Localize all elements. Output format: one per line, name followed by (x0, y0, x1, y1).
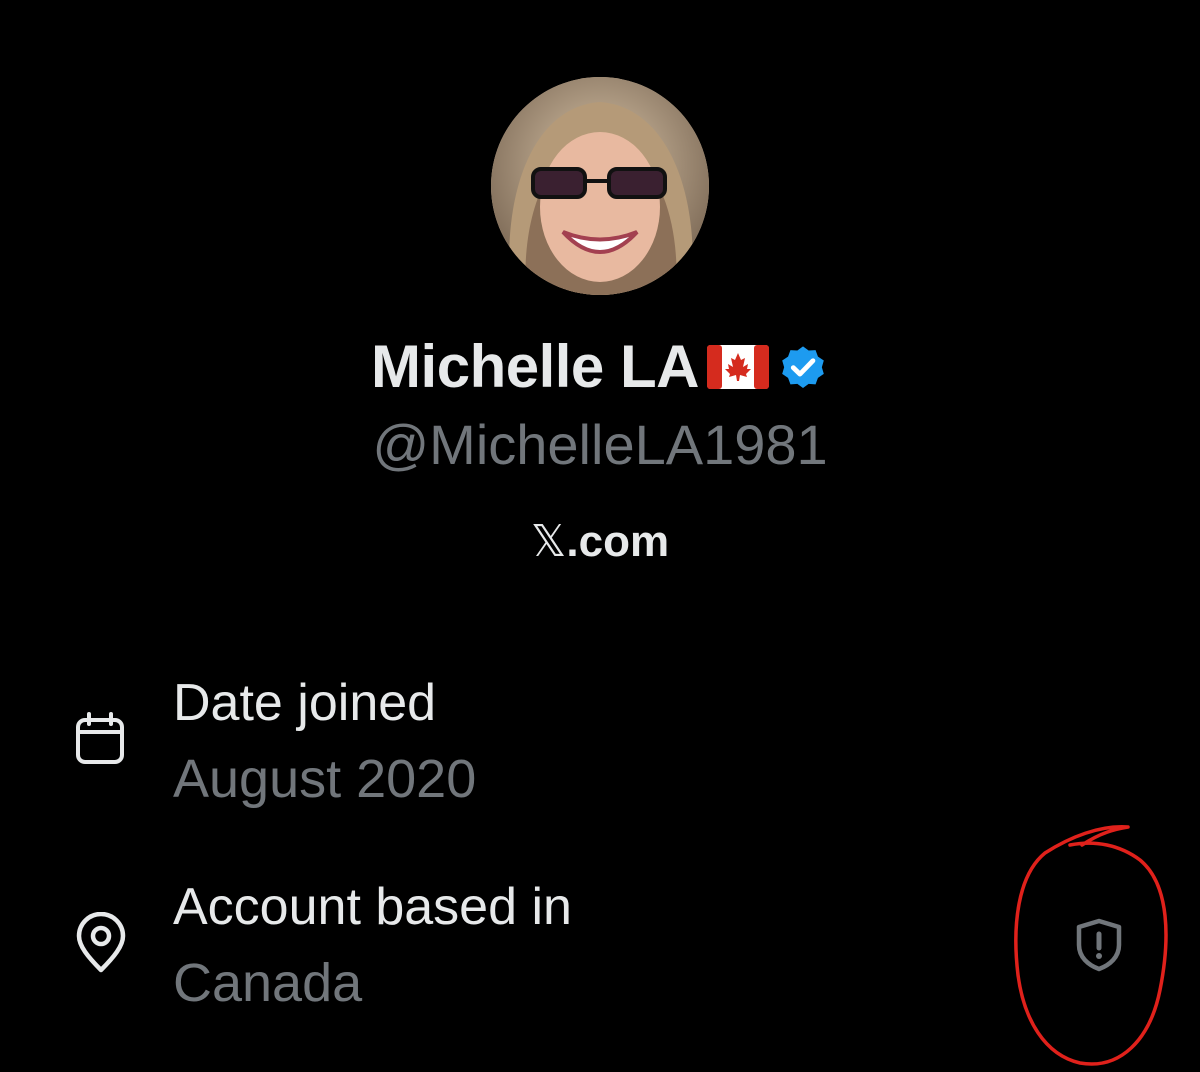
profile-name-row: Michelle LA (0, 332, 1200, 402)
display-name: Michelle LA (371, 333, 699, 400)
profile-handle: @MichelleLA1981 (372, 413, 828, 476)
account-based-in-value: Canada (173, 953, 363, 1013)
account-location-info-button[interactable] (1066, 912, 1132, 978)
calendar-icon (72, 710, 128, 766)
profile-avatar[interactable] (491, 77, 709, 295)
verified-badge-icon[interactable] (777, 341, 829, 393)
canada-flag-icon (706, 345, 769, 389)
date-joined-label: Date joined (173, 674, 437, 732)
x-logo-icon: 𝕏 (530, 516, 567, 567)
shield-alert-icon (1073, 917, 1125, 973)
date-joined-value: August 2020 (173, 749, 477, 809)
avatar-image (491, 77, 709, 295)
site-link[interactable]: 𝕏.com (0, 514, 1200, 570)
location-pin-icon (74, 911, 128, 974)
account-based-in-label: Account based in (173, 878, 572, 936)
site-link-text: .com (566, 517, 670, 566)
